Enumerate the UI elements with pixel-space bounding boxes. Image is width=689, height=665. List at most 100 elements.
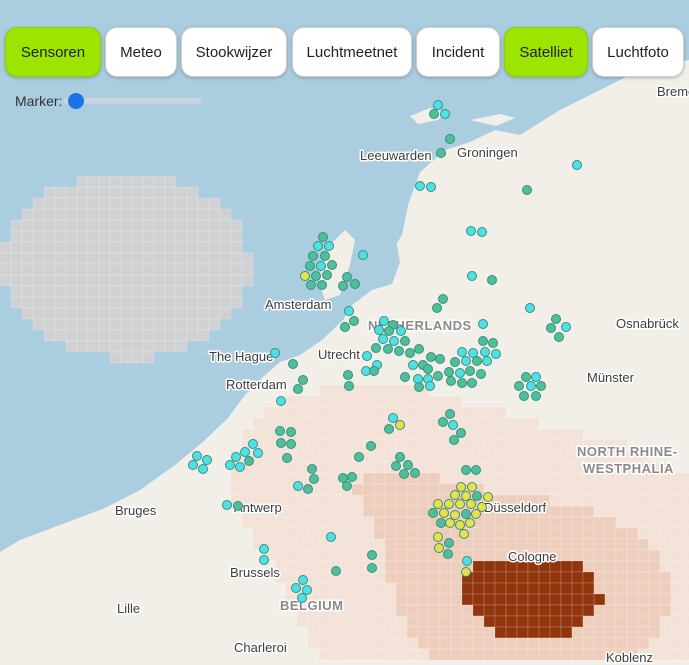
sensor-marker[interactable] (369, 366, 379, 376)
sensor-marker[interactable] (389, 336, 399, 346)
sensor-marker[interactable] (349, 316, 359, 326)
sensor-marker[interactable] (383, 344, 393, 354)
sensor-marker[interactable] (391, 461, 401, 471)
sensor-marker[interactable] (343, 370, 353, 380)
sensor-marker[interactable] (344, 306, 354, 316)
sensor-marker[interactable] (403, 460, 413, 470)
sensor-marker[interactable] (291, 583, 301, 593)
sensor-marker[interactable] (374, 325, 384, 335)
sensor-marker[interactable] (307, 464, 317, 474)
sensor-marker[interactable] (399, 469, 409, 479)
sensor-marker[interactable] (324, 241, 334, 251)
sensor-marker[interactable] (461, 491, 471, 501)
sensor-marker[interactable] (286, 439, 296, 449)
sensor-marker[interactable] (326, 532, 336, 542)
sensor-marker[interactable] (282, 453, 292, 463)
sensor-marker[interactable] (395, 420, 405, 430)
sensor-marker[interactable] (482, 356, 492, 366)
sensor-marker[interactable] (344, 381, 354, 391)
sensor-marker[interactable] (276, 396, 286, 406)
sensor-marker[interactable] (443, 549, 453, 559)
sensor-marker[interactable] (309, 474, 319, 484)
sensor-marker[interactable] (436, 518, 446, 528)
sensor-marker[interactable] (270, 348, 280, 358)
sensor-marker[interactable] (305, 261, 315, 271)
sensor-marker[interactable] (286, 427, 296, 437)
sensor-marker[interactable] (423, 364, 433, 374)
sensor-marker[interactable] (347, 472, 357, 482)
sensor-marker[interactable] (465, 366, 475, 376)
sensor-marker[interactable] (432, 303, 442, 313)
tab-satelliet[interactable]: Satelliet (504, 27, 588, 77)
sensor-marker[interactable] (465, 518, 475, 528)
sensor-marker[interactable] (240, 447, 250, 457)
sensor-marker[interactable] (394, 346, 404, 356)
sensor-marker[interactable] (444, 538, 454, 548)
slider-knob[interactable] (68, 93, 85, 109)
sensor-marker[interactable] (433, 532, 443, 542)
sensor-marker[interactable] (248, 439, 258, 449)
sensor-marker[interactable] (342, 272, 352, 282)
sensor-marker[interactable] (476, 369, 486, 379)
sensor-marker[interactable] (429, 109, 439, 119)
sensor-marker[interactable] (231, 452, 241, 462)
sensor-marker[interactable] (358, 250, 368, 260)
sensor-marker[interactable] (253, 448, 263, 458)
sensor-marker[interactable] (367, 563, 377, 573)
sensor-marker[interactable] (259, 544, 269, 554)
sensor-marker[interactable] (466, 499, 476, 509)
sensor-marker[interactable] (298, 375, 308, 385)
sensor-marker[interactable] (450, 357, 460, 367)
sensor-marker[interactable] (434, 543, 444, 553)
sensor-marker[interactable] (433, 100, 443, 110)
sensor-marker[interactable] (472, 356, 482, 366)
sensor-marker[interactable] (471, 509, 481, 519)
sensor-marker[interactable] (446, 376, 456, 386)
sensor-marker[interactable] (298, 575, 308, 585)
sensor-marker[interactable] (426, 352, 436, 362)
sensor-marker[interactable] (293, 481, 303, 491)
sensor-marker[interactable] (342, 481, 352, 491)
sensor-marker[interactable] (448, 420, 458, 430)
sensor-marker[interactable] (449, 435, 459, 445)
sensor-marker[interactable] (327, 260, 337, 270)
sensor-marker[interactable] (459, 529, 469, 539)
sensor-marker[interactable] (467, 482, 477, 492)
sensor-marker[interactable] (439, 508, 449, 518)
sensor-marker[interactable] (445, 518, 455, 528)
sensor-marker[interactable] (414, 382, 424, 392)
sensor-marker[interactable] (410, 468, 420, 478)
sensor-marker[interactable] (467, 271, 477, 281)
sensor-marker[interactable] (457, 347, 467, 357)
sensor-marker[interactable] (320, 251, 330, 261)
sensor-marker[interactable] (340, 322, 350, 332)
sensor-marker[interactable] (354, 452, 364, 462)
sensor-marker[interactable] (456, 428, 466, 438)
sensor-marker[interactable] (438, 294, 448, 304)
sensor-marker[interactable] (428, 508, 438, 518)
sensor-marker[interactable] (450, 510, 460, 520)
tab-meteo[interactable]: Meteo (105, 27, 177, 77)
tab-incident[interactable]: Incident (416, 27, 500, 77)
sensor-marker[interactable] (445, 409, 455, 419)
sensor-marker[interactable] (415, 181, 425, 191)
sensor-marker[interactable] (461, 509, 471, 519)
sensor-marker[interactable] (259, 555, 269, 565)
sensor-marker[interactable] (519, 391, 529, 401)
sensor-marker[interactable] (379, 316, 389, 326)
sensor-marker[interactable] (300, 271, 310, 281)
sensor-marker[interactable] (455, 368, 465, 378)
sensor-marker[interactable] (514, 381, 524, 391)
tab-stookwijzer[interactable]: Stookwijzer (181, 27, 287, 77)
sensor-marker[interactable] (235, 462, 245, 472)
tab-luchtmeetnet[interactable]: Luchtmeetnet (292, 27, 412, 77)
sensor-marker[interactable] (303, 484, 313, 494)
sensor-marker[interactable] (444, 367, 454, 377)
sensor-marker[interactable] (572, 160, 582, 170)
sensor-marker[interactable] (384, 424, 394, 434)
sensor-marker[interactable] (522, 185, 532, 195)
sensor-marker[interactable] (487, 275, 497, 285)
sensor-marker[interactable] (466, 226, 476, 236)
sensor-marker[interactable] (400, 336, 410, 346)
sensor-marker[interactable] (521, 372, 531, 382)
